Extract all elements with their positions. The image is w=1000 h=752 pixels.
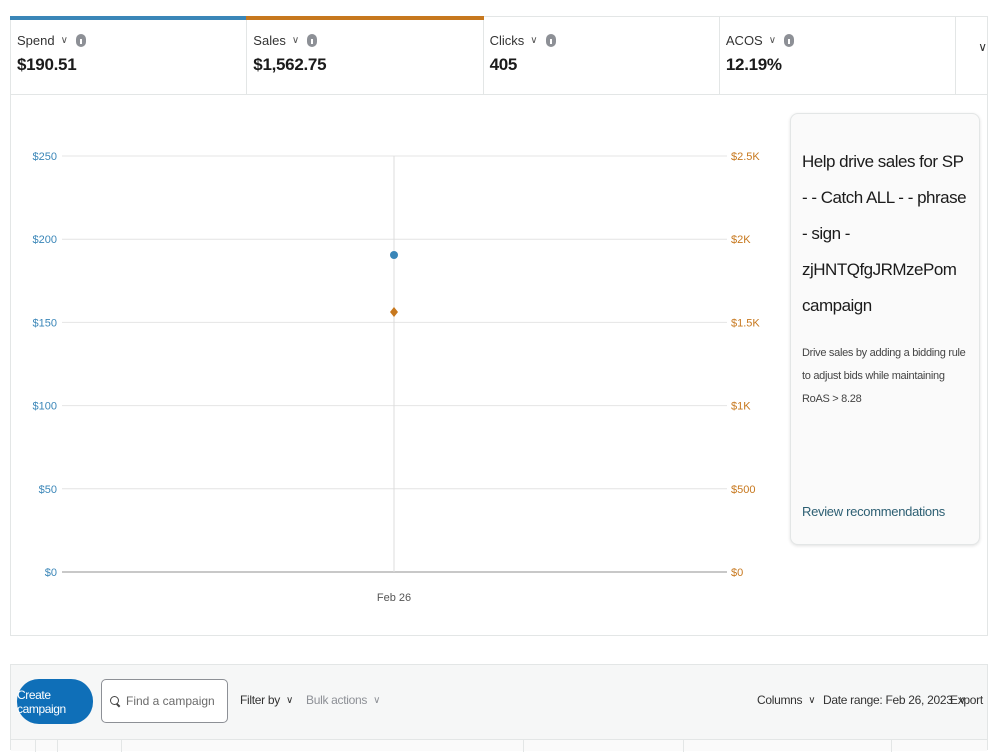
search-input[interactable]: Find a campaign — [101, 679, 228, 723]
search-placeholder: Find a campaign — [126, 694, 215, 708]
left-axis-tick-label: $150 — [33, 317, 57, 329]
create-campaign-button[interactable]: Create campaign — [17, 679, 93, 724]
chevron-down-icon: ∨ — [285, 694, 294, 706]
date-range-dropdown[interactable]: Date range: Feb 26, 2023 ∨ — [823, 693, 966, 707]
left-axis-tick-label: $200 — [33, 234, 57, 246]
left-axis-tick-label: $250 — [33, 151, 57, 163]
right-axis-tick-label: $1K — [731, 401, 751, 413]
recommendation-description: Drive sales by adding a bidding rule to … — [802, 347, 966, 405]
filter-by-dropdown[interactable]: Filter by ∨ — [240, 693, 293, 707]
right-axis-tick-label: $0 — [731, 567, 743, 579]
chevron-down-icon: ∨ — [373, 694, 381, 706]
export-button[interactable]: Export — [950, 693, 983, 707]
columns-dropdown[interactable]: Columns ∨ — [757, 693, 816, 707]
date-range-label: Date range: Feb 26, 2023 — [823, 693, 953, 707]
data-point-spend — [390, 250, 398, 259]
campaign-toolbar: Create campaign Find a campaign Filter b… — [10, 664, 988, 752]
right-axis-tick-label: $2.5K — [731, 151, 760, 163]
right-axis-tick-label: $500 — [731, 484, 755, 496]
recommendation-title: Help drive sales for SP - - Catch ALL - … — [802, 152, 967, 315]
left-axis-tick-label: $100 — [33, 401, 57, 413]
chevron-down-icon: ∨ — [808, 694, 816, 706]
search-icon — [110, 695, 121, 707]
left-axis-tick-label: $50 — [39, 484, 57, 496]
review-recommendations-link[interactable]: Review recommendations — [802, 504, 945, 519]
recommendation-card: Help drive sales for SP - - Catch ALL - … — [790, 113, 980, 545]
data-point-sales — [390, 306, 398, 317]
right-axis-tick-label: $1.5K — [731, 317, 760, 329]
x-axis-tick-label: Feb 26 — [377, 592, 411, 604]
bulk-actions-label: Bulk actions — [306, 693, 368, 707]
bulk-actions-dropdown[interactable]: Bulk actions ∨ — [306, 693, 380, 707]
filter-by-label: Filter by — [240, 693, 280, 707]
export-label: Export — [950, 693, 983, 707]
left-axis-tick-label: $0 — [45, 567, 57, 579]
right-axis-tick-label: $2K — [731, 234, 751, 246]
table-header — [11, 739, 987, 752]
columns-label: Columns — [757, 693, 803, 707]
